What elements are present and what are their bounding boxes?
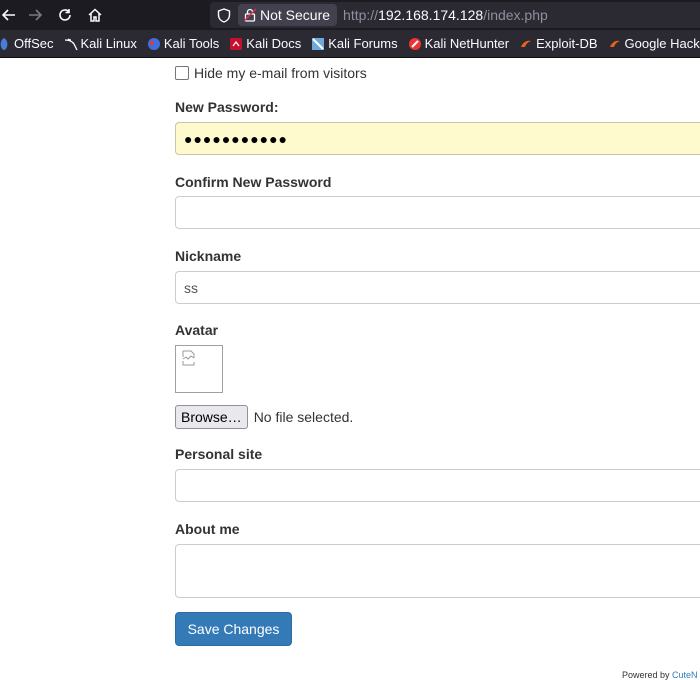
exploit-db-icon <box>519 37 533 51</box>
bookmark-kali-docs[interactable]: Kali Docs <box>229 36 301 51</box>
nethunter-icon <box>408 37 422 51</box>
avatar-label: Avatar <box>175 322 219 338</box>
shield-icon <box>217 7 231 23</box>
avatar-image <box>175 345 223 393</box>
ghdb-icon <box>608 37 622 51</box>
browser-toolbar: Not Secure http://192.168.174.128/index.… <box>0 0 700 30</box>
bookmark-label: Kali Linux <box>80 36 137 51</box>
avatar-file-picker: Browse… No file selected. <box>175 405 353 429</box>
powered-by-link[interactable]: CuteN <box>672 670 698 680</box>
url-scheme: http:// <box>343 7 379 23</box>
new-password-value: ●●●●●●●●●●● <box>184 130 289 147</box>
insecure-lock-icon <box>244 8 256 22</box>
save-changes-button[interactable]: Save Changes <box>175 612 292 646</box>
url-text[interactable]: http://192.168.174.128/index.php <box>343 7 548 23</box>
powered-by-footer: Powered by CuteN <box>622 670 698 680</box>
bookmark-offsec[interactable]: OffSec <box>0 36 54 51</box>
bookmark-label: Kali Tools <box>163 36 220 51</box>
bookmarks-toolbar: OffSec Kali Linux Kali Tools Kali Docs K… <box>0 30 700 58</box>
forward-button[interactable] <box>20 0 50 30</box>
tracking-protection-button[interactable] <box>210 7 238 23</box>
bookmark-google-hacking-db[interactable]: Google Hacking DB <box>608 36 700 51</box>
bookmark-label: Kali Docs <box>246 36 302 51</box>
url-bar[interactable]: Not Secure http://192.168.174.128/index.… <box>210 2 700 28</box>
nickname-input[interactable]: ss <box>175 271 700 304</box>
security-indicator[interactable]: Not Secure <box>238 4 338 26</box>
bookmark-label: Kali Forums <box>328 36 398 51</box>
kali-dragon-icon <box>64 37 78 51</box>
home-icon <box>88 8 102 22</box>
new-password-label: New Password: <box>175 99 279 115</box>
personal-site-input[interactable] <box>175 469 700 502</box>
powered-by-text: Powered by <box>622 670 670 680</box>
security-label: Not Secure <box>260 7 331 23</box>
arrow-left-icon <box>2 9 15 21</box>
offsec-icon <box>0 37 11 51</box>
nickname-value: ss <box>184 279 198 296</box>
reload-icon <box>59 9 71 21</box>
bookmark-label: Google Hacking DB <box>624 36 700 51</box>
broken-image-icon <box>182 350 195 366</box>
bookmark-kali-linux[interactable]: Kali Linux <box>64 36 137 51</box>
bookmark-label: Kali NetHunter <box>424 36 510 51</box>
bookmark-label: OffSec <box>14 36 54 51</box>
bookmark-label: Exploit-DB <box>536 36 598 51</box>
bookmark-kali-nethunter[interactable]: Kali NetHunter <box>408 36 510 51</box>
nickname-label: Nickname <box>175 248 242 264</box>
url-path: /index.php <box>483 7 548 23</box>
browse-button[interactable]: Browse… <box>175 405 248 429</box>
reload-button[interactable] <box>50 0 80 30</box>
confirm-password-label: Confirm New Password <box>175 174 332 190</box>
kali-tools-icon <box>147 37 161 51</box>
back-button[interactable] <box>0 0 20 30</box>
hide-email-label: Hide my e-mail from visitors <box>194 65 367 81</box>
kali-forums-icon <box>311 37 325 51</box>
hide-email-row[interactable]: Hide my e-mail from visitors <box>175 65 367 81</box>
arrow-right-icon <box>29 9 42 21</box>
bookmark-kali-tools[interactable]: Kali Tools <box>147 36 219 51</box>
about-me-textarea[interactable] <box>175 544 700 598</box>
personal-site-label: Personal site <box>175 446 263 462</box>
kali-docs-icon <box>229 37 243 51</box>
bookmark-exploit-db[interactable]: Exploit-DB <box>519 36 598 51</box>
home-button[interactable] <box>80 0 110 30</box>
confirm-password-input[interactable] <box>175 196 700 229</box>
about-me-label: About me <box>175 521 240 537</box>
bookmark-kali-forums[interactable]: Kali Forums <box>311 36 398 51</box>
hide-email-checkbox[interactable] <box>175 66 189 80</box>
file-status-text: No file selected. <box>253 409 354 425</box>
url-host: 192.168.174.128 <box>378 7 484 23</box>
new-password-input[interactable]: ●●●●●●●●●●● <box>175 122 700 155</box>
